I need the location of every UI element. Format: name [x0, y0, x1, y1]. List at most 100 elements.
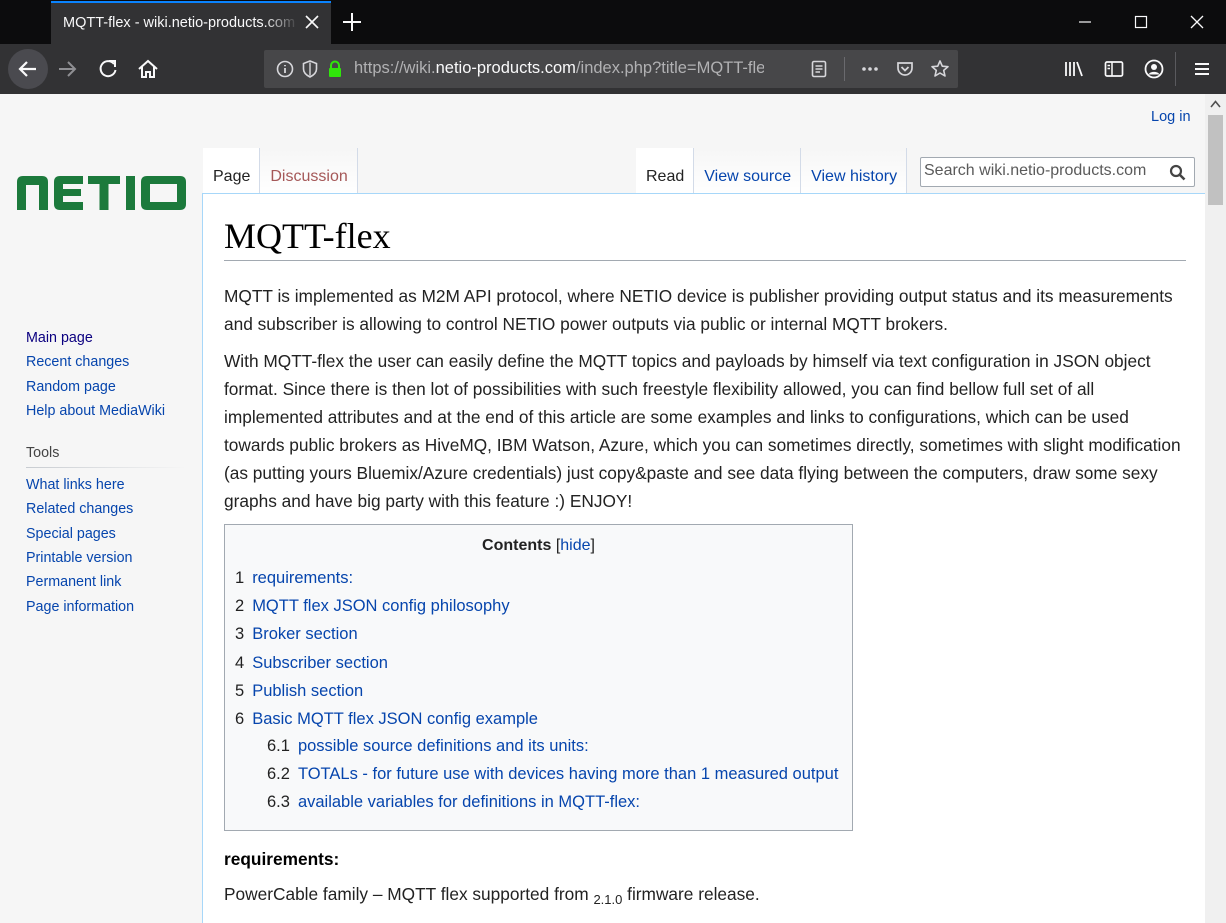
sidebar-item-recent-changes[interactable]: Recent changes: [26, 354, 186, 378]
browser-tab-active[interactable]: MQTT-flex - wiki.netio-products.com: [51, 1, 331, 44]
tab-view-source[interactable]: View source: [694, 148, 802, 194]
back-button[interactable]: [8, 49, 48, 89]
search-input[interactable]: [924, 162, 1164, 180]
section-heading-requirements: requirements:: [224, 849, 340, 869]
sidebar: Main page Recent changes Random page Hel…: [26, 330, 186, 623]
forward-button[interactable]: [48, 50, 86, 88]
tab-page[interactable]: Page: [203, 148, 261, 195]
toc-number: 6: [235, 710, 245, 728]
requirements-text-end: firmware release.: [622, 884, 760, 904]
toc-text: available variables for definitions in M…: [297, 793, 640, 811]
toc-number: 6.2: [267, 765, 290, 783]
url-path: /index.php?title=MQTT-flex: [575, 59, 764, 77]
tools-heading: Tools: [26, 445, 60, 462]
toc-item-6-1[interactable]: 6.1 possible source definitions and its u…: [267, 737, 589, 756]
info-icon[interactable]: [275, 59, 295, 79]
page-title: MQTT-flex: [224, 216, 391, 256]
account-icon: [1144, 59, 1164, 79]
toc-item-4[interactable]: 4 Subscriber section: [235, 654, 388, 673]
toc-number: 2: [235, 597, 245, 615]
table-of-contents: Contents [hide] 1 requirements: 2 MQTT fle…: [224, 524, 853, 831]
sidebar-item-page-information[interactable]: Page information: [26, 599, 186, 623]
toc-item-1[interactable]: 1 requirements:: [235, 569, 353, 588]
bookmark-star-icon[interactable]: [930, 59, 950, 79]
new-tab-icon[interactable]: [340, 10, 364, 34]
toc-number: 6.3: [267, 793, 290, 811]
navigation-toolbar: https://wiki.netio-products.com/index.ph…: [0, 44, 1226, 94]
forward-arrow-icon: [59, 61, 77, 77]
tab-close-icon[interactable]: [303, 12, 321, 32]
toolbar-separator: [1175, 52, 1176, 86]
vertical-scrollbar[interactable]: [1205, 94, 1226, 923]
sidebar-item-what-links-here[interactable]: What links here: [26, 477, 186, 501]
toc-item-6-3[interactable]: 6.3 available variables for definitions i…: [267, 793, 640, 812]
maximize-icon[interactable]: [1129, 10, 1153, 34]
sidebar-item-permanent-link[interactable]: Permanent link: [26, 574, 186, 598]
reload-icon: [99, 60, 117, 78]
toc-number: 3: [235, 625, 245, 643]
sidebar-item-printable-version[interactable]: Printable version: [26, 550, 186, 574]
search-box: [920, 157, 1195, 187]
home-button[interactable]: [129, 50, 167, 88]
requirements-text-start: PowerCable family – MQTT flex supported …: [224, 884, 594, 904]
account-button[interactable]: [1135, 50, 1173, 88]
toc-text: Subscriber section: [252, 654, 388, 672]
tools-divider: [26, 467, 186, 469]
web-page: Log in Page Discussion Read View source …: [0, 94, 1205, 923]
toc-text: TOTALs - for future use with devices hav…: [297, 765, 839, 783]
toc-text: Publish section: [252, 682, 364, 700]
description-paragraph: With MQTT-flex the user can easily defin…: [224, 351, 1181, 511]
toc-item-2[interactable]: 2 MQTT flex JSON config philosophy: [235, 597, 510, 616]
reader-view-icon[interactable]: [809, 59, 829, 79]
window-close-icon[interactable]: [1185, 10, 1209, 34]
scroll-up-arrow-icon[interactable]: [1209, 98, 1222, 110]
netio-logo[interactable]: [17, 176, 187, 215]
library-button[interactable]: [1055, 50, 1093, 88]
toc-heading: Contents: [482, 537, 552, 554]
menu-button[interactable]: [1183, 50, 1221, 88]
search-icon[interactable]: [1169, 164, 1186, 181]
logo-wordmark: [17, 176, 186, 210]
login-link[interactable]: Log in: [1151, 109, 1191, 125]
sidebar-item-random-page[interactable]: Random page: [26, 379, 186, 403]
tab-view-history[interactable]: View history: [801, 148, 908, 194]
toc-item-6[interactable]: 6 Basic MQTT flex JSON config example: [235, 710, 538, 729]
scrollbar-thumb[interactable]: [1208, 115, 1223, 205]
toc-text: Broker section: [252, 625, 358, 643]
toc-title: Contents [hide]: [225, 537, 852, 555]
toc-text: MQTT flex JSON config philosophy: [252, 597, 510, 615]
toc-bracket-close: ]: [590, 537, 595, 554]
toc-item-6-2[interactable]: 6.2 TOTALs - for future use with devices …: [267, 765, 838, 784]
sidebar-tools: What links here Related changes Special …: [26, 477, 186, 623]
requirements-text: PowerCable family – MQTT flex supported …: [224, 884, 760, 907]
tracking-shield-icon[interactable]: [300, 59, 320, 79]
tab-discussion[interactable]: Discussion: [260, 148, 358, 194]
url-bar[interactable]: https://wiki.netio-products.com/index.ph…: [264, 50, 958, 88]
tab-title: MQTT-flex - wiki.netio-products.com: [63, 15, 296, 31]
title-divider: [224, 260, 1186, 261]
reload-button[interactable]: [89, 50, 127, 88]
toc-hide-link[interactable]: hide: [560, 537, 590, 554]
sidebar-item-main-page[interactable]: Main page: [26, 330, 186, 354]
sidebar-icon: [1104, 61, 1124, 77]
toc-item-5[interactable]: 5 Publish section: [235, 682, 363, 701]
secure-lock-icon[interactable]: [325, 59, 345, 79]
toc-item-3[interactable]: 3 Broker section: [235, 625, 358, 644]
article-content: MQTT-flex MQTT is implemented as M2M API…: [202, 193, 1205, 923]
page-actions-icon[interactable]: [860, 59, 880, 79]
tab-read[interactable]: Read: [636, 148, 695, 195]
sidebar-button[interactable]: [1095, 50, 1133, 88]
pocket-icon[interactable]: [895, 59, 915, 79]
intro-paragraph: MQTT is implemented as M2M API protocol,…: [224, 286, 1173, 334]
hamburger-menu-icon: [1195, 63, 1209, 75]
sidebar-item-help[interactable]: Help about MediaWiki: [26, 403, 186, 427]
home-icon: [138, 59, 158, 78]
toc-text: possible source definitions and its unit…: [297, 737, 589, 755]
minimize-icon[interactable]: [1073, 10, 1097, 34]
url-text[interactable]: https://wiki.netio-products.com/index.ph…: [354, 59, 764, 78]
sidebar-navigation: Main page Recent changes Random page Hel…: [26, 330, 186, 427]
url-separator: [844, 57, 845, 81]
sidebar-item-special-pages[interactable]: Special pages: [26, 526, 186, 550]
toc-number: 1: [235, 569, 245, 587]
sidebar-item-related-changes[interactable]: Related changes: [26, 501, 186, 525]
